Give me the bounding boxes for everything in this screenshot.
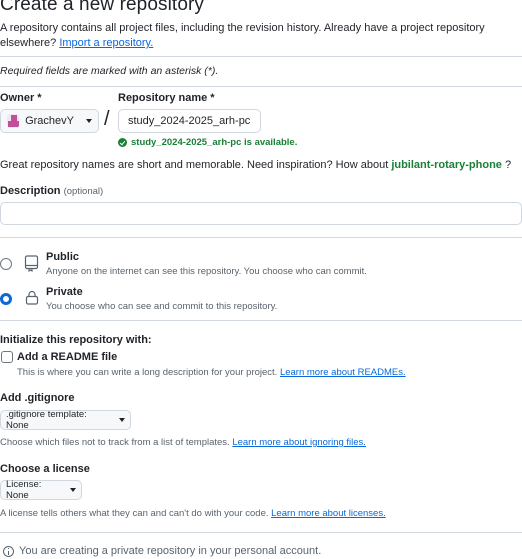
private-title: Private	[46, 286, 83, 298]
triangle-down-icon	[86, 119, 92, 123]
footer-note-text: You are creating a private repository in…	[19, 545, 322, 557]
owner-name: GrachevY	[25, 115, 74, 127]
divider	[0, 320, 522, 321]
suggested-name[interactable]: jubilant-rotary-phone	[391, 159, 502, 171]
readme-description: This is where you can write a long descr…	[17, 367, 280, 378]
repository-name-input[interactable]	[118, 109, 261, 133]
intro-text: A repository contains all project files,…	[0, 21, 500, 51]
private-repo-note: You are creating a private repository in…	[3, 545, 321, 557]
repo-name-label: Repository name *	[118, 92, 215, 104]
license-label: License: None	[6, 479, 42, 501]
info-icon	[3, 545, 14, 557]
license-heading: Choose a license	[0, 463, 90, 475]
divider	[0, 56, 522, 57]
public-radio[interactable]	[0, 258, 12, 270]
public-description: Anyone on the internet can see this repo…	[46, 266, 367, 277]
divider	[0, 86, 522, 87]
private-radio[interactable]	[0, 293, 12, 305]
availability-message: study_2024-2025_arh-pc is available.	[118, 137, 297, 148]
readme-help: This is where you can write a long descr…	[17, 367, 406, 378]
triangle-down-icon	[119, 418, 125, 422]
divider	[0, 532, 522, 533]
availability-text: study_2024-2025_arh-pc is available.	[131, 137, 298, 148]
optional-tag: (optional)	[63, 186, 104, 197]
gitignore-template-label: .gitignore template: None	[6, 409, 87, 431]
description-label-group: Description (optional)	[0, 185, 103, 197]
license-button[interactable]: License: None	[0, 479, 82, 501]
name-inspiration: Great repository names are short and mem…	[0, 159, 511, 171]
licenses-learn-more-link[interactable]: Learn more about licenses.	[271, 508, 386, 519]
public-title: Public	[46, 251, 80, 263]
avatar	[7, 114, 20, 128]
required-fields-note: Required fields are marked with an aster…	[0, 65, 219, 77]
owner-label: Owner *	[0, 92, 42, 104]
readmes-learn-more-link[interactable]: Learn more about READMEs.	[280, 367, 406, 378]
license-help: A license tells others what they can and…	[0, 508, 386, 519]
gitignore-description: Choose which files not to track from a l…	[0, 437, 233, 448]
lock-icon	[25, 290, 39, 305]
owner-repo-separator: /	[104, 108, 110, 130]
gitignore-template-button[interactable]: .gitignore template: None	[0, 409, 131, 431]
triangle-down-icon	[70, 488, 76, 492]
gitignore-heading: Add .gitignore	[0, 392, 75, 404]
gitignore-help: Choose which files not to track from a l…	[0, 437, 366, 448]
description-label: Description	[0, 185, 61, 197]
inspiration-suffix: ?	[501, 159, 512, 171]
readme-label: Add a README file	[17, 351, 118, 363]
description-input[interactable]	[0, 202, 522, 225]
divider	[0, 237, 522, 238]
page-title: Create a new repository	[0, 0, 205, 15]
repo-icon	[24, 255, 39, 272]
license-description: A license tells others what they can and…	[0, 508, 272, 519]
private-description: You choose who can see and commit to thi…	[46, 301, 278, 312]
owner-dropdown-button[interactable]: GrachevY	[0, 109, 99, 133]
check-circle-icon	[118, 138, 127, 147]
inspiration-text: Great repository names are short and mem…	[0, 159, 392, 171]
ignoring-files-learn-more-link[interactable]: Learn more about ignoring files.	[232, 437, 366, 448]
readme-checkbox[interactable]	[1, 351, 13, 363]
initialize-heading: Initialize this repository with:	[0, 334, 152, 346]
import-repository-link[interactable]: Import a repository.	[59, 37, 153, 49]
